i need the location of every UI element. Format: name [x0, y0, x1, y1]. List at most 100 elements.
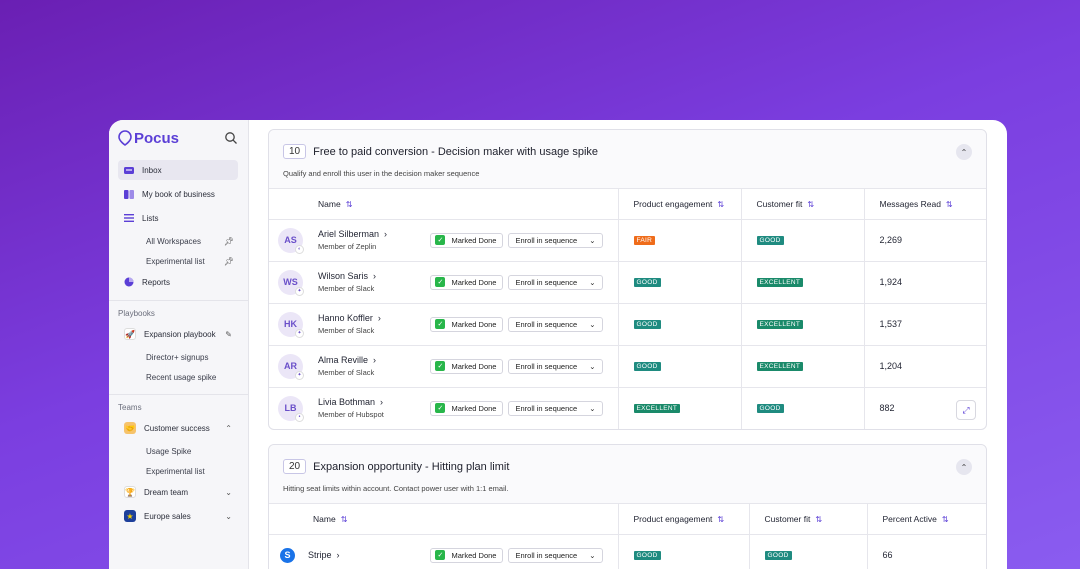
sidebar-item-customer-success[interactable]: 🤝 Customer success ⌃	[118, 418, 238, 438]
collapse-button[interactable]: ⌃	[956, 459, 972, 475]
enroll-sequence-dropdown[interactable]: Enroll in sequence ⌄	[508, 400, 603, 416]
table-row[interactable]: HK ✦ Hanno Koffler › Member of Slack ✓ Mar…	[269, 303, 986, 346]
sort-icon[interactable]: ⇅	[815, 515, 822, 524]
engagement-badge: GOOD	[633, 551, 661, 561]
table-row[interactable]: WS ✦ Wilson Saris › Member of Slack ✓ Mark…	[269, 261, 986, 304]
table-row[interactable]: LB • Livia Bothman › Member of Hubspot ✓ M…	[269, 387, 986, 429]
enroll-sequence-dropdown[interactable]: Enroll in sequence ⌄	[508, 358, 603, 374]
chevron-down-icon: ⌄	[589, 550, 596, 560]
table-header-row: Name ⇅ Product engagement ⇅ Customer fit ⇅ …	[269, 504, 986, 535]
person-name-link[interactable]: Hanno Koffler ›	[318, 313, 381, 323]
sidebar-list-all-workspaces[interactable]: All Workspaces 📌︎	[118, 232, 238, 250]
chevron-up-icon[interactable]: ⌃	[225, 424, 232, 433]
sort-icon[interactable]: ⇅	[807, 200, 814, 209]
person-name-link[interactable]: Livia Bothman ›	[318, 397, 384, 407]
column-header-messages[interactable]: Messages Read ⇅	[863, 189, 986, 220]
name-cell: AR ✦ Alma Reville › Member of Slack ✓ Mark…	[269, 345, 618, 388]
chevron-down-icon: ⌄	[589, 319, 596, 329]
sort-icon[interactable]: ⇅	[946, 200, 953, 209]
sidebar-list-experimental[interactable]: Experimental list 📌︎	[118, 252, 238, 270]
sidebar-item-label: Expansion playbook	[144, 329, 216, 339]
row-actions: ✓ Marked Done Enroll in sequence ⌄	[430, 547, 603, 563]
sidebar-team-experimental[interactable]: Experimental list	[118, 462, 238, 480]
fit-cell: GOOD	[748, 534, 867, 569]
marked-done-button[interactable]: ✓ Marked Done	[430, 358, 504, 374]
sort-icon[interactable]: ⇅	[341, 515, 348, 524]
column-header-name[interactable]: Name ⇅	[269, 189, 618, 220]
marked-done-button[interactable]: ✓ Marked Done	[430, 316, 504, 332]
sort-icon[interactable]: ⇅	[942, 515, 949, 524]
avatar[interactable]: WS ✦	[278, 269, 304, 296]
sidebar-item-dream-team[interactable]: 🏆 Dream team ⌄	[118, 482, 238, 502]
sidebar-team-usage-spike[interactable]: Usage Spike	[118, 442, 238, 460]
sidebar-item-reports[interactable]: Reports	[118, 272, 238, 292]
sidebar-item-europe-sales[interactable]: ★ Europe sales ⌄	[118, 506, 238, 526]
sidebar-sub-label: Director+ signups	[146, 352, 209, 362]
collapse-button[interactable]: ⌃	[956, 144, 972, 160]
chevron-down-icon: ⌄	[589, 403, 596, 413]
table-header-row: Name ⇅ Product engagement ⇅ Customer fit ⇅ …	[269, 189, 986, 220]
edit-icon[interactable]: ✎	[225, 330, 232, 339]
name-cell: WS ✦ Wilson Saris › Member of Slack ✓ Mark…	[269, 261, 618, 304]
table-row[interactable]: S Stripe › ✓ Marked Done Enroll in sequenc…	[269, 534, 986, 569]
person-name-link[interactable]: Alma Reville ›	[318, 355, 376, 365]
column-header-fit[interactable]: Customer fit ⇅	[740, 189, 864, 220]
fit-badge: GOOD	[756, 404, 784, 414]
pie-chart-icon	[124, 277, 134, 287]
company-logo-icon: ✦	[295, 286, 304, 296]
engagement-cell: GOOD	[617, 261, 741, 304]
enroll-sequence-dropdown[interactable]: Enroll in sequence ⌄	[508, 274, 603, 290]
column-header-name[interactable]: Name ⇅	[269, 504, 618, 535]
chevron-right-icon: ›	[373, 271, 377, 281]
inbox-icon	[124, 165, 134, 175]
pocus-logo[interactable]: Pocus	[118, 130, 179, 147]
prospect-table: Name ⇅ Product engagement ⇅ Customer fit ⇅ …	[269, 189, 986, 429]
account-name-link[interactable]: Stripe ›	[308, 550, 340, 560]
sidebar-item-lists[interactable]: Lists	[118, 208, 238, 228]
person-name-link[interactable]: Wilson Saris ›	[318, 271, 376, 281]
app-window: Pocus Inbox My book of business Lists Al…	[109, 120, 1007, 569]
expand-icon[interactable]: ⤢	[956, 400, 976, 420]
sidebar-item-inbox[interactable]: Inbox	[118, 160, 238, 180]
chevron-down-icon[interactable]: ⌄	[225, 512, 232, 521]
avatar[interactable]: LB •	[278, 395, 304, 422]
fit-badge: EXCELLENT	[756, 320, 804, 329]
enroll-sequence-dropdown[interactable]: Enroll in sequence ⌄	[508, 232, 603, 248]
sort-icon[interactable]: ⇅	[717, 515, 724, 524]
marked-done-button[interactable]: ✓ Marked Done	[430, 274, 504, 290]
column-header-engagement[interactable]: Product engagement ⇅	[617, 504, 749, 535]
row-actions: ✓ Marked Done Enroll in sequence ⌄	[430, 316, 603, 332]
sidebar-item-label: Reports	[142, 277, 171, 287]
percent-active-cell: 66	[866, 534, 986, 569]
sidebar-divider	[109, 300, 248, 301]
search-icon[interactable]	[224, 131, 238, 145]
enroll-sequence-dropdown[interactable]: Enroll in sequence ⌄	[508, 547, 603, 563]
column-header-engagement[interactable]: Product engagement ⇅	[617, 189, 741, 220]
person-name-link[interactable]: Ariel Silberman ›	[318, 229, 387, 239]
app-name: Pocus	[134, 129, 180, 147]
pin-icon[interactable]: 📌︎	[224, 237, 234, 246]
sidebar-playbook-usage-spike[interactable]: Recent usage spike	[118, 368, 238, 386]
checkmark-icon: ✓	[435, 403, 446, 414]
marked-done-button[interactable]: ✓ Marked Done	[430, 400, 504, 416]
table-row[interactable]: AS ◐ Ariel Silberman › Member of Zeplin ✓…	[269, 219, 986, 262]
table-row[interactable]: AR ✦ Alma Reville › Member of Slack ✓ Mark…	[269, 345, 986, 388]
sidebar-item-expansion-playbook[interactable]: 🚀 Expansion playbook ✎	[118, 324, 238, 344]
avatar[interactable]: AR ✦	[278, 353, 304, 380]
company-logo-icon: •	[295, 412, 304, 422]
pin-icon[interactable]: 📌︎	[224, 257, 234, 266]
sort-icon[interactable]: ⇅	[346, 200, 353, 209]
marked-done-button[interactable]: ✓ Marked Done	[430, 547, 504, 563]
avatar[interactable]: HK ✦	[278, 311, 304, 338]
chevron-down-icon[interactable]: ⌄	[225, 488, 232, 497]
column-header-fit[interactable]: Customer fit ⇅	[748, 504, 867, 535]
enroll-sequence-dropdown[interactable]: Enroll in sequence ⌄	[508, 316, 603, 332]
sidebar-playbook-director[interactable]: Director+ signups	[118, 348, 238, 366]
avatar[interactable]: AS ◐	[278, 227, 304, 254]
marked-done-button[interactable]: ✓ Marked Done	[430, 232, 504, 248]
sidebar-item-label: Lists	[142, 213, 159, 223]
column-header-percent-active[interactable]: Percent Active ⇅	[866, 504, 986, 535]
chevron-right-icon: ›	[377, 313, 381, 323]
sidebar-item-book[interactable]: My book of business	[118, 184, 238, 204]
sort-icon[interactable]: ⇅	[717, 200, 724, 209]
